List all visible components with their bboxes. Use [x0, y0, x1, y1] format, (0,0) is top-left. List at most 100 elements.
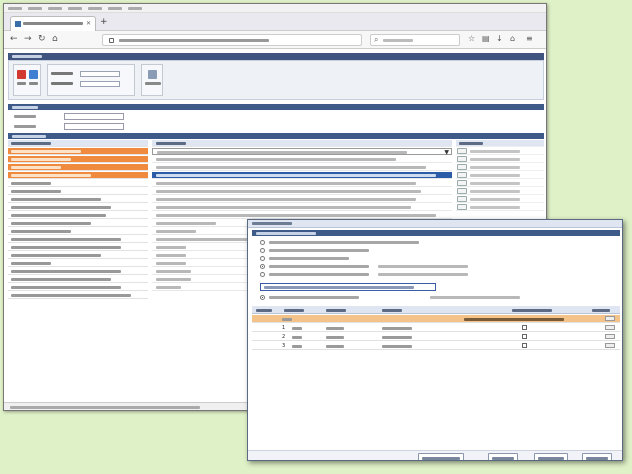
- row-detail-button[interactable]: [605, 343, 615, 348]
- forward-icon[interactable]: →: [24, 34, 32, 44]
- table-row[interactable]: 2: [252, 333, 620, 341]
- toolbar-field2-input[interactable]: [80, 81, 120, 87]
- grid-row-label: [8, 268, 148, 275]
- close-tab-icon[interactable]: ✕: [86, 20, 91, 27]
- dropdown-option[interactable]: [152, 212, 452, 219]
- row-action-button[interactable]: [457, 196, 467, 202]
- menu-item-file[interactable]: [8, 6, 22, 10]
- field-input-2[interactable]: [64, 123, 124, 130]
- menu-item-view[interactable]: [48, 6, 62, 10]
- dropdown-option[interactable]: [152, 188, 452, 195]
- radio-button-checked[interactable]: [260, 295, 265, 300]
- dialog-option[interactable]: [260, 256, 510, 262]
- dialog-option[interactable]: [260, 264, 510, 270]
- grid-row-label: [8, 228, 148, 235]
- browser-tab[interactable]: ✕: [10, 16, 96, 31]
- hamburger-menu-icon[interactable]: ≡: [526, 34, 533, 43]
- footer-button-1[interactable]: [418, 453, 464, 460]
- dialog-option[interactable]: [260, 295, 520, 301]
- new-tab-button[interactable]: +: [100, 17, 108, 27]
- table-row[interactable]: 3: [252, 342, 620, 350]
- settings-button-icon[interactable]: [148, 70, 157, 79]
- search-box[interactable]: ⌕: [370, 34, 460, 46]
- row-number: 3: [282, 343, 286, 349]
- row-detail-button[interactable]: [605, 334, 615, 339]
- cancel-button[interactable]: [582, 453, 612, 460]
- toolbar-group-actions: [13, 64, 41, 96]
- chevron-down-icon[interactable]: ▼: [444, 149, 449, 156]
- dropdown-option-selected[interactable]: [152, 172, 452, 179]
- grid-row-label: [8, 196, 148, 203]
- row-action-button[interactable]: [457, 156, 467, 162]
- bookmarks-icon[interactable]: ▤: [482, 34, 490, 43]
- dialog-option[interactable]: [260, 248, 510, 254]
- grid-row-label: [8, 156, 148, 163]
- reload-icon[interactable]: ↻: [38, 34, 46, 44]
- toolbar-btn1-label: [17, 82, 26, 85]
- table-row[interactable]: [252, 315, 620, 323]
- download-icon[interactable]: ↓: [496, 34, 503, 43]
- grid-row-label: [8, 204, 148, 211]
- dropdown-option[interactable]: [152, 196, 452, 203]
- toolbar-field1-input[interactable]: [80, 71, 120, 77]
- radio-button[interactable]: [260, 248, 265, 253]
- url-bar[interactable]: [102, 34, 362, 46]
- row-checkbox[interactable]: [522, 343, 527, 348]
- menu-item-tools[interactable]: [108, 6, 122, 10]
- table-row[interactable]: 1: [252, 324, 620, 332]
- radio-button[interactable]: [260, 272, 265, 277]
- search-button-icon[interactable]: [29, 70, 38, 79]
- dialog-section-title: [256, 231, 316, 235]
- grid-row-label: [8, 236, 148, 243]
- menu-item-help[interactable]: [128, 6, 142, 10]
- radio-button[interactable]: [260, 256, 265, 261]
- app-title: [12, 55, 42, 58]
- field-input-1[interactable]: [64, 113, 124, 120]
- footer-button-3[interactable]: [534, 453, 568, 460]
- grid-row-label: [8, 292, 148, 299]
- row-checkbox[interactable]: [522, 334, 527, 339]
- row-checkbox[interactable]: [522, 325, 527, 330]
- row-action-button[interactable]: [457, 180, 467, 186]
- dropdown-option[interactable]: [152, 156, 452, 163]
- radio-button-checked[interactable]: [260, 264, 265, 269]
- app-title-bar: [8, 53, 544, 60]
- status-text: [10, 406, 200, 409]
- grid-row-label: [8, 244, 148, 251]
- row-action-button[interactable]: [457, 164, 467, 170]
- grid-action-row: [456, 188, 544, 195]
- row-detail-button[interactable]: [605, 316, 615, 321]
- dialog-option[interactable]: [260, 272, 510, 278]
- selection-dialog: 1 2 3: [247, 219, 623, 461]
- home-icon[interactable]: ⌂: [52, 34, 58, 44]
- row-action-button[interactable]: [457, 172, 467, 178]
- dropdown-option[interactable]: [152, 180, 452, 187]
- menu-item-history[interactable]: [68, 6, 82, 10]
- dropdown-option[interactable]: [152, 204, 452, 211]
- grid-action-row: [456, 156, 544, 163]
- menu-item-bookmarks[interactable]: [88, 6, 102, 10]
- dialog-text-input[interactable]: [260, 283, 436, 291]
- clear-button-icon[interactable]: [17, 70, 26, 79]
- menu-item-edit[interactable]: [28, 6, 42, 10]
- footer-button-2[interactable]: [488, 453, 518, 460]
- dialog-input-value: [264, 286, 414, 289]
- dropdown-option[interactable]: [152, 164, 452, 171]
- dialog-table-header: [252, 306, 620, 314]
- tab-title: [23, 22, 83, 25]
- back-icon[interactable]: ←: [10, 34, 18, 44]
- grid-header-label: [8, 140, 148, 147]
- row-action-button[interactable]: [457, 204, 467, 210]
- dialog-option[interactable]: [260, 240, 510, 246]
- star-icon[interactable]: ☆: [468, 34, 475, 43]
- grid-dropdown[interactable]: ▼: [152, 148, 452, 156]
- grid-action-row: [456, 148, 544, 155]
- row-detail-button[interactable]: [605, 325, 615, 330]
- search-icon: ⌕: [374, 35, 379, 44]
- home-toolbar-icon[interactable]: ⌂: [510, 34, 515, 43]
- radio-button[interactable]: [260, 240, 265, 245]
- row-action-button[interactable]: [457, 148, 467, 154]
- row-action-button[interactable]: [457, 188, 467, 194]
- toolbar-btn3-label: [145, 82, 161, 85]
- grid-row-label: [8, 284, 148, 291]
